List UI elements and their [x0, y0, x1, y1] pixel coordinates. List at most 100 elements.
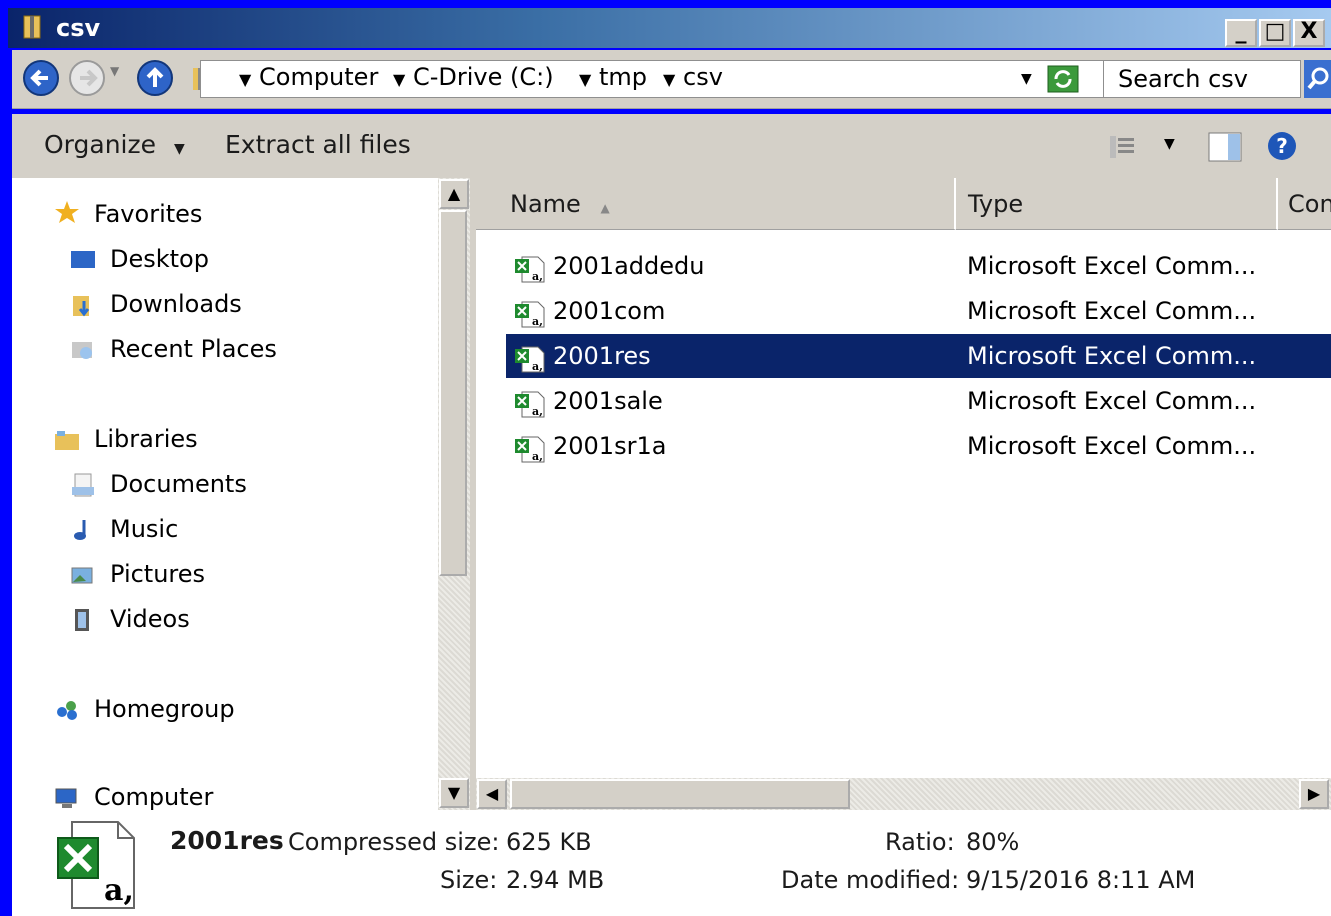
desktop-icon — [71, 251, 95, 268]
file-type: Microsoft Excel Comm... — [967, 252, 1257, 280]
svg-text:a,: a, — [532, 270, 543, 283]
view-options-chevron-down-icon[interactable]: ▼ — [1164, 136, 1175, 152]
search-input[interactable]: Search csv — [1103, 60, 1301, 98]
organize-chevron-down-icon: ▼ — [173, 141, 185, 157]
command-bar: Organize ▼ Extract all files ▼ ? — [12, 114, 1331, 178]
sort-ascending-icon: ▲ — [600, 201, 610, 215]
breadcrumb[interactable]: ▼ Computer ▼ C-Drive (C:) ▼ tmp ▼ csv ▼ — [200, 60, 1253, 98]
forward-icon[interactable] — [68, 59, 106, 97]
minimize-button[interactable]: _ — [1225, 19, 1257, 47]
title-bar[interactable]: csv _ □ X — [8, 8, 1331, 48]
breadcrumb-computer[interactable]: Computer — [259, 63, 378, 91]
nav-music[interactable]: Music — [110, 515, 178, 543]
downloads-icon — [73, 296, 90, 317]
excel-csv-file-icon: a, — [514, 388, 546, 418]
nav-pictures[interactable]: Pictures — [110, 560, 205, 588]
file-name: 2001res — [553, 342, 651, 370]
refresh-icon[interactable] — [1047, 65, 1079, 93]
address-bar: ▼ ▼ Computer ▼ C-Drive (C:) ▼ tmp ▼ csv … — [12, 50, 1331, 109]
details-compressed-value: 625 KB — [506, 828, 592, 856]
column-header-compressed[interactable]: Con — [1278, 178, 1331, 230]
file-type: Microsoft Excel Comm... — [967, 342, 1257, 370]
file-row[interactable]: a, 2001com Microsoft Excel Comm... — [506, 289, 1331, 333]
file-name: 2001sale — [553, 387, 663, 415]
details-date-label: Date modified: — [781, 866, 960, 894]
nav-documents[interactable]: Documents — [110, 470, 247, 498]
column-header-name[interactable]: Name ▲ — [476, 178, 956, 230]
folder-zip-icon — [23, 15, 41, 39]
svg-text:a,: a, — [532, 450, 543, 463]
pictures-icon — [71, 567, 93, 584]
nav-favorites[interactable]: Favorites — [94, 200, 202, 228]
nav-recent-places[interactable]: Recent Places — [110, 335, 277, 363]
breadcrumb-separator[interactable]: ▼ — [663, 63, 675, 91]
svg-text:?: ? — [1276, 134, 1288, 158]
file-type: Microsoft Excel Comm... — [967, 432, 1257, 460]
excel-csv-file-icon: a, — [514, 298, 546, 328]
excel-csv-file-icon: a, — [57, 821, 135, 909]
homegroup-icon — [57, 701, 77, 720]
search-icon[interactable] — [1304, 60, 1331, 98]
scroll-up-icon[interactable]: ▲ — [439, 179, 469, 209]
libraries-icon — [55, 431, 79, 450]
nav-desktop[interactable]: Desktop — [110, 245, 209, 273]
details-compressed-label: Compressed size: — [288, 828, 500, 856]
details-file-name: 2001res — [170, 826, 284, 855]
recent-places-icon — [72, 342, 92, 359]
nav-scrollbar[interactable]: ▲ ▼ — [438, 178, 470, 810]
computer-icon — [55, 788, 77, 808]
close-button[interactable]: X — [1293, 19, 1325, 47]
file-row[interactable]: a, 2001sale Microsoft Excel Comm... — [506, 379, 1331, 423]
explorer-window: csv _ □ X ▼ ▼ Computer ▼ C-Drive (C:) ▼ — [0, 0, 1331, 916]
scroll-right-icon[interactable]: ▶ — [1299, 779, 1329, 809]
svg-text:a,: a, — [104, 873, 134, 908]
column-header-type[interactable]: Type — [956, 178, 1278, 230]
videos-icon — [75, 609, 89, 631]
organize-button[interactable]: Organize ▼ — [44, 130, 185, 159]
nav-scrollbar-thumb[interactable] — [439, 210, 467, 576]
back-icon[interactable] — [22, 59, 60, 97]
file-row[interactable]: a, 2001res Microsoft Excel Comm... — [506, 334, 1331, 378]
address-dropdown-icon[interactable]: ▼ — [1021, 71, 1032, 87]
extract-all-button[interactable]: Extract all files — [225, 130, 411, 159]
breadcrumb-separator[interactable]: ▼ — [579, 63, 591, 91]
maximize-button[interactable]: □ — [1259, 19, 1291, 47]
scroll-down-icon[interactable]: ▼ — [439, 778, 469, 808]
file-row[interactable]: a, 2001addedu Microsoft Excel Comm... — [506, 244, 1331, 288]
organize-label: Organize — [44, 130, 156, 159]
excel-csv-file-icon: a, — [514, 433, 546, 463]
file-list-hscrollbar[interactable]: ◀ ▶ — [476, 778, 1331, 810]
breadcrumb-separator[interactable]: ▼ — [239, 63, 251, 91]
nav-libraries[interactable]: Libraries — [94, 425, 198, 453]
breadcrumb-csv[interactable]: csv — [683, 63, 723, 91]
breadcrumb-separator[interactable]: ▼ — [393, 63, 405, 91]
excel-csv-file-icon: a, — [514, 253, 546, 283]
nav-videos[interactable]: Videos — [110, 605, 190, 633]
documents-icon — [72, 473, 94, 497]
file-type: Microsoft Excel Comm... — [967, 297, 1257, 325]
details-size-label: Size: — [440, 866, 498, 894]
star-icon — [55, 201, 79, 223]
svg-text:a,: a, — [532, 315, 543, 328]
view-details-icon[interactable] — [1108, 134, 1138, 160]
file-name: 2001addedu — [553, 252, 705, 280]
file-row[interactable]: a, 2001sr1a Microsoft Excel Comm... — [506, 424, 1331, 468]
history-chevron-down-icon[interactable]: ▼ — [110, 64, 119, 78]
help-icon[interactable]: ? — [1266, 130, 1298, 162]
details-size-value: 2.94 MB — [506, 866, 605, 894]
svg-text:a,: a, — [532, 360, 543, 373]
preview-pane-icon[interactable] — [1208, 132, 1242, 162]
file-type: Microsoft Excel Comm... — [967, 387, 1257, 415]
breadcrumb-tmp[interactable]: tmp — [599, 63, 647, 91]
details-pane: a, 2001res Compressed size: 625 KB Size:… — [12, 810, 1331, 916]
breadcrumb-c-drive[interactable]: C-Drive (C:) — [413, 63, 554, 91]
scroll-left-icon[interactable]: ◀ — [477, 779, 507, 809]
details-ratio-value: 80% — [966, 828, 1020, 856]
window-title: csv — [56, 14, 101, 42]
nav-homegroup[interactable]: Homegroup — [94, 695, 235, 723]
up-icon[interactable] — [136, 59, 174, 97]
details-date-value: 9/15/2016 8:11 AM — [966, 866, 1196, 894]
hscrollbar-thumb[interactable] — [510, 779, 850, 809]
nav-downloads[interactable]: Downloads — [110, 290, 242, 318]
nav-computer[interactable]: Computer — [94, 783, 213, 810]
